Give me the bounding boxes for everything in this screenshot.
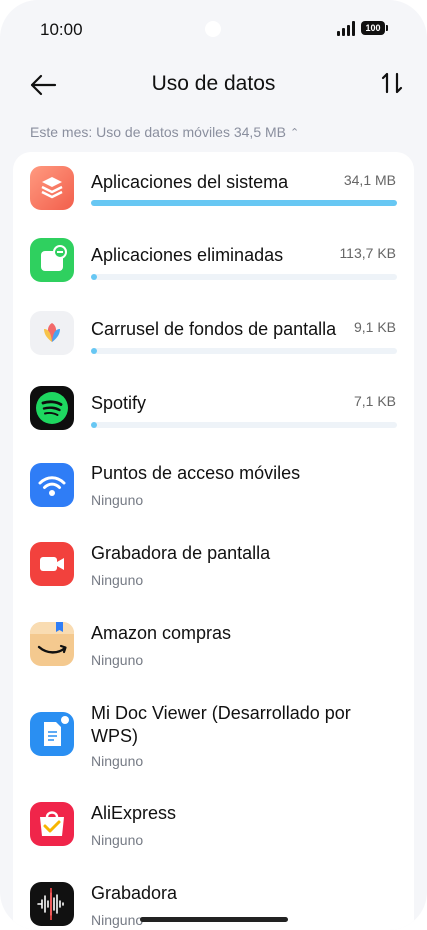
app-name: Grabadora	[91, 883, 178, 903]
usage-bar	[91, 422, 397, 428]
app-name: AliExpress	[91, 803, 177, 823]
app-status: Ninguno	[91, 492, 144, 508]
list-item[interactable]: Spotify 7,1 KB	[13, 370, 414, 442]
app-size: 34,1 MB	[343, 172, 396, 188]
app-name: Grabadora de pantalla	[91, 543, 271, 563]
month-usage-text: Este mes: Uso de datos móviles 34,5 MB	[30, 124, 286, 140]
usage-bar	[91, 274, 397, 280]
list-item[interactable]: Aplicaciones eliminadas 113,7 KB	[13, 224, 414, 296]
app-name: Puntos de acceso móviles	[91, 463, 301, 483]
app-size: 7,1 KB	[353, 393, 396, 409]
spotify-icon	[30, 386, 74, 430]
page-title: Uso de datos	[151, 72, 276, 95]
status-time: 10:00	[40, 20, 83, 39]
list-item[interactable]: Mi Doc Viewer (Desarrollado por WPS) Nin…	[13, 682, 414, 782]
app-status: Ninguno	[91, 753, 144, 769]
phone-screen: 10:00 100 Uso de datos Este mes: Uso de …	[0, 0, 427, 930]
aliexpress-icon	[30, 802, 74, 846]
wallpaper-carousel-icon	[30, 311, 74, 355]
usage-bar-fill	[91, 274, 97, 280]
app-name: Aplicaciones del sistema	[91, 172, 289, 192]
home-indicator[interactable]	[140, 917, 288, 922]
list-item[interactable]: Carrusel de fondos de pantalla 9,1 KB	[13, 296, 414, 370]
list-item[interactable]: AliExpress Ninguno	[13, 782, 414, 862]
list-item[interactable]: Grabadora de pantalla Ninguno	[13, 522, 414, 602]
app-name: Spotify	[91, 393, 147, 413]
usage-bar-fill	[91, 348, 97, 354]
app-list: Aplicaciones del sistema 34,1 MB Aplicac…	[13, 152, 414, 930]
doc-viewer-icon	[30, 712, 74, 756]
app-name: Mi Doc Viewer (Desarrollado por WPS)	[91, 703, 351, 746]
usage-bar-fill	[91, 200, 397, 206]
app-size: 9,1 KB	[353, 319, 396, 335]
status-bar: 10:00 100	[0, 0, 427, 60]
system-apps-icon	[30, 166, 74, 210]
amazon-icon	[30, 622, 74, 666]
recorder-icon	[30, 882, 74, 926]
app-name: Amazon compras	[91, 623, 232, 643]
screen-recorder-icon	[30, 542, 74, 586]
month-usage-selector[interactable]: Este mes: Uso de datos móviles 34,5 MB ⌃	[30, 124, 299, 140]
app-size: 113,7 KB	[339, 245, 396, 261]
camera-cutout	[205, 21, 221, 37]
app-name: Aplicaciones eliminadas	[91, 245, 284, 265]
top-bar: Uso de datos	[0, 60, 427, 110]
sort-icon[interactable]	[380, 70, 404, 96]
usage-bar-fill	[91, 422, 97, 428]
app-status: Ninguno	[91, 572, 144, 588]
list-item[interactable]: Amazon compras Ninguno	[13, 602, 414, 682]
list-item[interactable]: Puntos de acceso móviles Ninguno	[13, 442, 414, 522]
deleted-apps-icon	[30, 238, 74, 282]
app-status: Ninguno	[91, 652, 144, 668]
usage-bar	[91, 348, 397, 354]
chevron-up-down-icon: ⌃	[290, 127, 300, 139]
list-item[interactable]: Aplicaciones del sistema 34,1 MB	[13, 152, 414, 224]
app-status: Ninguno	[91, 912, 144, 928]
usage-bar	[91, 200, 397, 206]
app-name: Carrusel de fondos de pantalla	[91, 319, 337, 339]
app-status: Ninguno	[91, 832, 144, 848]
battery-icon: 100	[361, 21, 388, 35]
hotspot-icon	[30, 463, 74, 507]
signal-icon	[337, 21, 357, 36]
